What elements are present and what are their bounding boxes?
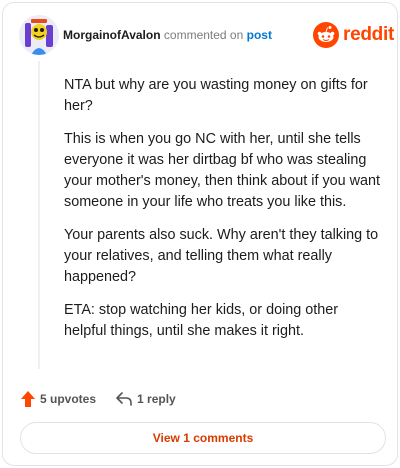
reddit-snoo-icon	[313, 22, 339, 48]
upvote-count: 5 upvotes	[40, 392, 97, 406]
comment-meta: MorgainofAvalon commented on post	[63, 27, 272, 43]
comment-actions: 5 upvotes 1 reply	[21, 389, 176, 409]
username-link[interactable]: MorgainofAvalon	[63, 28, 161, 42]
comment-paragraph: This is when you go NC with her, until s…	[64, 131, 381, 210]
comment-paragraph: NTA but why are you wasting money on gif…	[64, 77, 368, 114]
post-link[interactable]: post	[247, 28, 272, 42]
comment-paragraph: ETA: stop watching her kids, or doing ot…	[64, 302, 339, 339]
comment-paragraph: Your parents also suck. Why aren't they …	[64, 227, 379, 285]
comment-body: NTA but why are you wasting money on gif…	[64, 75, 384, 354]
reply-button[interactable]: 1 reply	[116, 392, 176, 406]
comment-card: MorgainofAvalon commented on post reddit…	[2, 2, 398, 466]
reddit-wordmark: reddit	[343, 24, 394, 45]
view-comments-button[interactable]: View 1 comments	[20, 422, 386, 454]
reply-count: 1 reply	[137, 392, 176, 406]
upvote-button[interactable]: 5 upvotes	[21, 391, 96, 407]
upvote-arrow-icon	[21, 391, 35, 407]
user-avatar[interactable]	[19, 15, 59, 55]
thread-line	[38, 61, 40, 369]
view-comments-label: View 1 comments	[152, 431, 254, 445]
reply-arrow-icon	[116, 392, 132, 406]
comment-verb: commented on	[163, 28, 244, 42]
reddit-logo[interactable]: reddit	[313, 21, 394, 49]
